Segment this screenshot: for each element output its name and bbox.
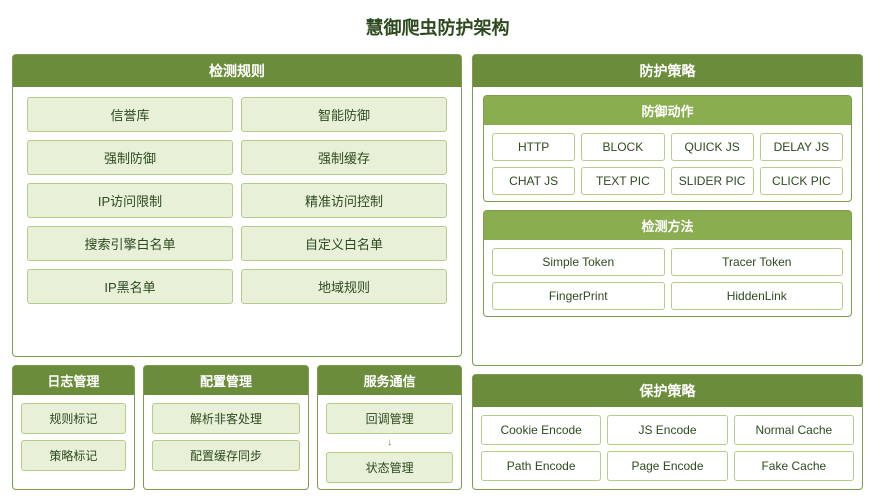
- rules-grid: 信誉库 智能防御 强制防御 强制缓存 IP访问限制 精准访问控制 搜索引擎白名单…: [13, 87, 461, 308]
- left-panel: 检测规则 信誉库 智能防御 强制防御 强制缓存 IP访问限制 精准访问控制 搜索…: [12, 54, 462, 490]
- main-row: 检测规则 信誉库 智能防御 强制防御 强制缓存 IP访问限制 精准访问控制 搜索…: [12, 54, 863, 490]
- detect-item-1: Tracer Token: [671, 248, 844, 276]
- detect-item-0: Simple Token: [492, 248, 665, 276]
- log-management-header: 日志管理: [13, 366, 134, 395]
- action-item-clickpic: CLICK PIC: [760, 167, 843, 195]
- protect-item-5: Fake Cache: [734, 451, 854, 481]
- config-item-0: 解析非客处理: [152, 403, 301, 434]
- protect-item-4: Page Encode: [607, 451, 727, 481]
- config-management-box: 配置管理 解析非客处理 配置缓存同步: [143, 365, 310, 490]
- rule-item: 搜索引擎白名单: [27, 226, 233, 261]
- page-wrapper: 慧御爬虫防护架构 检测规则 信誉库 智能防御 强制防御 强制缓存 IP访问限制 …: [0, 0, 875, 500]
- detect-item-3: HiddenLink: [671, 282, 844, 310]
- rule-item: 精准访问控制: [241, 183, 447, 218]
- detect-item-2: FingerPrint: [492, 282, 665, 310]
- detection-rules-header: 检测规则: [13, 55, 461, 87]
- right-panel: 防护策略 防御动作 HTTP BLOCK QUICK JS DELAY JS C…: [472, 54, 863, 490]
- log-item-1: 策略标记: [21, 440, 126, 471]
- config-management-header: 配置管理: [144, 366, 309, 395]
- service-comm-box: 服务通信 回调管理 ↓ 状态管理: [317, 365, 462, 490]
- rule-item: IP访问限制: [27, 183, 233, 218]
- action-item-textpic: TEXT PIC: [581, 167, 664, 195]
- log-items: 规则标记 策略标记: [13, 395, 134, 477]
- log-management-box: 日志管理 规则标记 策略标记: [12, 365, 135, 490]
- rule-item: 智能防御: [241, 97, 447, 132]
- protect-item-3: Path Encode: [481, 451, 601, 481]
- page-title: 慧御爬虫防护架构: [12, 10, 863, 46]
- defense-action-header: 防御动作: [484, 96, 851, 125]
- bottom-left-row: 日志管理 规则标记 策略标记 配置管理 解析非客处理 配置缓存同步: [12, 365, 462, 490]
- detect-grid: Simple Token Tracer Token FingerPrint Hi…: [484, 240, 851, 316]
- config-item-1: 配置缓存同步: [152, 440, 301, 471]
- defense-action-box: 防御动作 HTTP BLOCK QUICK JS DELAY JS CHAT J…: [483, 95, 852, 202]
- protect-item-1: JS Encode: [607, 415, 727, 445]
- config-items: 解析非客处理 配置缓存同步: [144, 395, 309, 477]
- action-grid-row1: HTTP BLOCK QUICK JS DELAY JS CHAT JS TEX…: [484, 125, 851, 201]
- action-item-sliderpic: SLIDER PIC: [671, 167, 754, 195]
- action-item-delayjs: DELAY JS: [760, 133, 843, 161]
- defense-policy-box: 防护策略 防御动作 HTTP BLOCK QUICK JS DELAY JS C…: [472, 54, 863, 366]
- service-item-1: 状态管理: [326, 452, 453, 483]
- detection-rules-box: 检测规则 信誉库 智能防御 强制防御 强制缓存 IP访问限制 精准访问控制 搜索…: [12, 54, 462, 357]
- rule-item: IP黑名单: [27, 269, 233, 304]
- rule-item: 地域规则: [241, 269, 447, 304]
- detection-method-box: 检测方法 Simple Token Tracer Token FingerPri…: [483, 210, 852, 317]
- service-comm-header: 服务通信: [318, 366, 461, 395]
- protect-grid: Cookie Encode JS Encode Normal Cache Pat…: [473, 407, 862, 489]
- action-item-chatjs: CHAT JS: [492, 167, 575, 195]
- service-items: 回调管理 ↓ 状态管理: [318, 395, 461, 489]
- rule-item: 强制缓存: [241, 140, 447, 175]
- service-arrow: ↓: [326, 438, 453, 448]
- defense-inner: 防御动作 HTTP BLOCK QUICK JS DELAY JS CHAT J…: [473, 87, 862, 321]
- action-item-http: HTTP: [492, 133, 575, 161]
- rule-item: 信誉库: [27, 97, 233, 132]
- service-item-0: 回调管理: [326, 403, 453, 434]
- rule-item: 自定义白名单: [241, 226, 447, 261]
- action-item-block: BLOCK: [581, 133, 664, 161]
- detection-method-header: 检测方法: [484, 211, 851, 240]
- action-item-quickjs: QUICK JS: [671, 133, 754, 161]
- rule-item: 强制防御: [27, 140, 233, 175]
- protect-item-2: Normal Cache: [734, 415, 854, 445]
- protection-strategy-box: 保护策略 Cookie Encode JS Encode Normal Cach…: [472, 374, 863, 490]
- log-item-0: 规则标记: [21, 403, 126, 434]
- protection-strategy-header: 保护策略: [473, 375, 862, 407]
- defense-policy-header: 防护策略: [473, 55, 862, 87]
- protect-item-0: Cookie Encode: [481, 415, 601, 445]
